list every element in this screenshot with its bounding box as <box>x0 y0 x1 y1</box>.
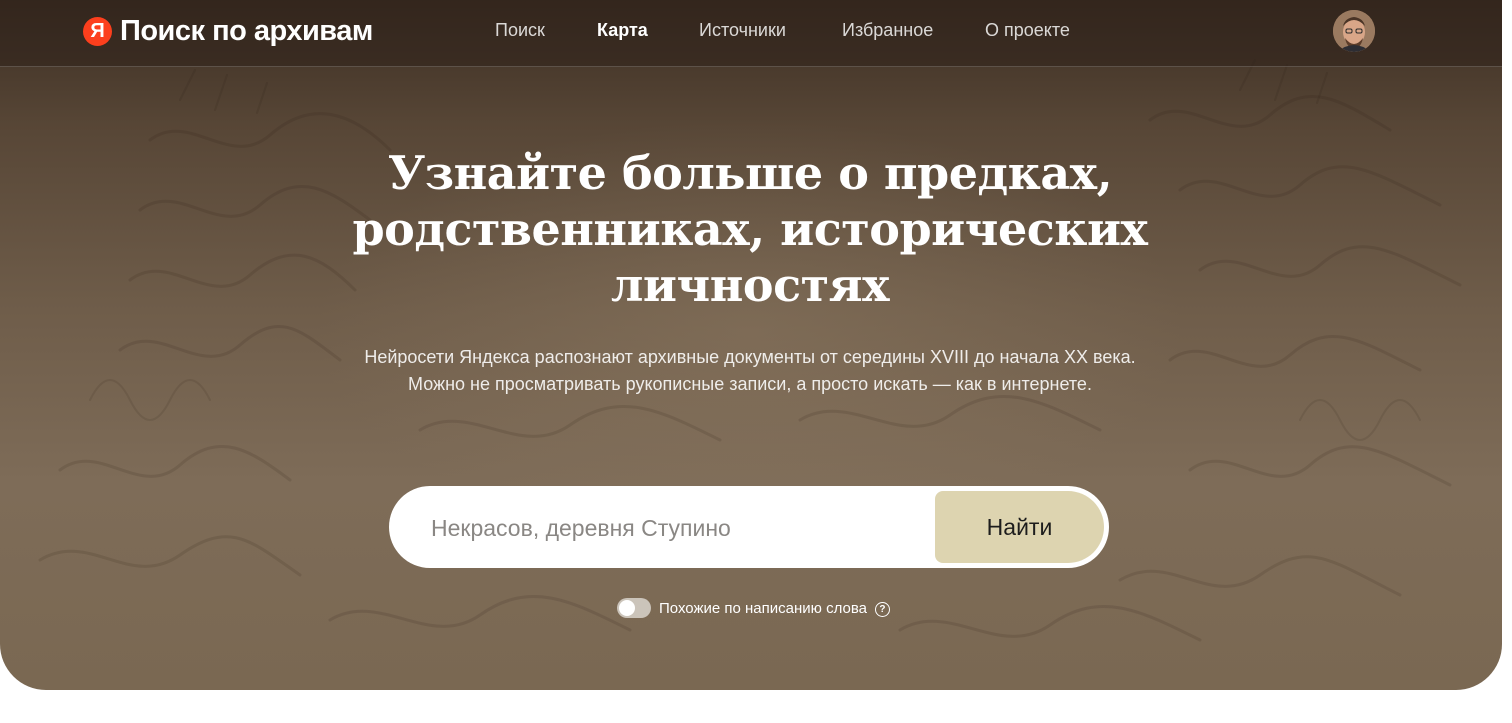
hero-section: Я Поиск по архивам Поиск Карта Источники… <box>0 0 1502 690</box>
nav-item-map[interactable]: Карта <box>597 20 648 41</box>
question-circle-icon[interactable]: ? <box>874 601 890 617</box>
subtitle-line-1: Нейросети Яндекса распознают архивные до… <box>364 347 1136 367</box>
hero-subtitle: Нейросети Яндекса распознают архивные до… <box>330 344 1170 398</box>
hero-headline: Узнайте больше о предках, родственниках,… <box>330 145 1170 313</box>
nav-item-favorites[interactable]: Избранное <box>842 20 933 41</box>
headline-line-2: родственниках, исторических <box>352 202 1148 256</box>
logo-title: Поиск по архивам <box>120 14 373 47</box>
search-input[interactable] <box>429 507 913 549</box>
headline-line-3: личностях <box>611 258 890 312</box>
headline-line-1: Узнайте больше о предках, <box>387 146 1113 200</box>
toggle-knob <box>619 600 635 616</box>
search-button[interactable]: Найти <box>935 491 1104 563</box>
similar-spelling-option: Похожие по написанию слова ? <box>617 597 890 619</box>
nav-item-about[interactable]: О проекте <box>985 20 1070 41</box>
similar-spelling-toggle[interactable] <box>617 598 651 618</box>
user-avatar[interactable] <box>1333 10 1375 52</box>
logo[interactable]: Я Поиск по архивам <box>83 15 373 47</box>
user-avatar-icon <box>1333 10 1375 52</box>
search-bar: Найти <box>389 486 1109 568</box>
similar-spelling-label[interactable]: Похожие по написанию слова <box>659 600 867 617</box>
subtitle-line-2: Можно не просматривать рукописные записи… <box>408 374 1092 394</box>
nav-item-sources[interactable]: Источники <box>699 20 786 41</box>
nav-item-search[interactable]: Поиск <box>495 20 545 41</box>
yandex-logo-icon: Я <box>83 16 112 46</box>
top-navigation-bar: Я Поиск по архивам Поиск Карта Источники… <box>0 0 1502 67</box>
